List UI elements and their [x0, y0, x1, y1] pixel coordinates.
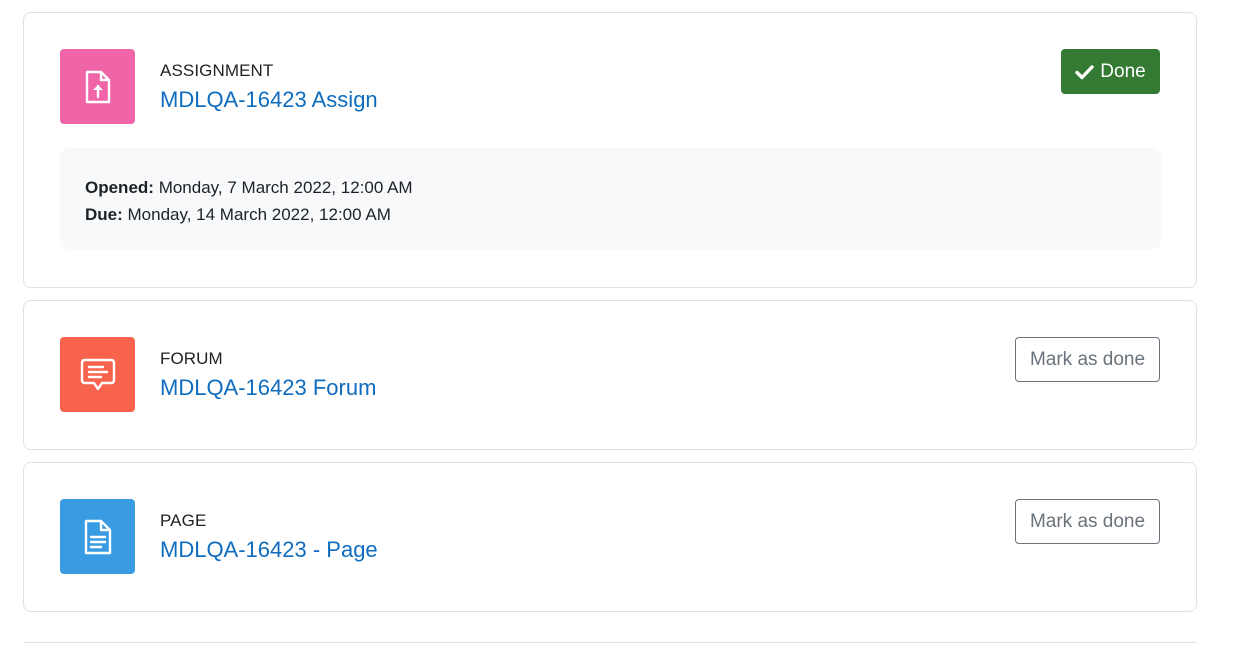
activity-icon-assignment — [60, 49, 135, 124]
activity-icon-forum — [60, 337, 135, 412]
mark-as-done-button[interactable]: Mark as done — [1015, 499, 1160, 544]
activity-link-assignment[interactable]: MDLQA-16423 Assign — [160, 87, 378, 113]
activity-type-label: ASSIGNMENT — [160, 61, 274, 80]
activity-card-assignment: ASSIGNMENT MDLQA-16423 Assign Done Opene… — [23, 12, 1197, 288]
activity-link-forum[interactable]: MDLQA-16423 Forum — [160, 375, 376, 401]
activity-type-label: PAGE — [160, 511, 207, 530]
page-document-icon — [84, 519, 111, 554]
done-button-label: Done — [1100, 60, 1146, 82]
done-button[interactable]: Done — [1061, 49, 1160, 94]
due-date-value: Monday, 14 March 2022, 12:00 AM — [127, 205, 391, 224]
opened-date-label: Opened: — [85, 178, 154, 197]
activity-type-label: FORUM — [160, 349, 223, 368]
activity-link-page[interactable]: MDLQA-16423 - Page — [160, 537, 378, 563]
activity-dates-panel: Opened: Monday, 7 March 2022, 12:00 AM D… — [60, 148, 1161, 249]
activity-card-page: PAGE MDLQA-16423 - Page Mark as done — [23, 462, 1197, 612]
opened-date-row: Opened: Monday, 7 March 2022, 12:00 AM — [85, 174, 1136, 201]
course-activity-list: ASSIGNMENT MDLQA-16423 Assign Done Opene… — [0, 0, 1257, 651]
activity-card-forum: FORUM MDLQA-16423 Forum Mark as done — [23, 300, 1197, 450]
due-date-label: Due: — [85, 205, 123, 224]
activity-icon-page — [60, 499, 135, 574]
opened-date-value: Monday, 7 March 2022, 12:00 AM — [158, 178, 413, 197]
section-divider — [23, 642, 1197, 643]
mark-as-done-button[interactable]: Mark as done — [1015, 337, 1160, 382]
assign-upload-icon — [85, 70, 110, 103]
check-icon — [1075, 64, 1094, 80]
forum-chat-icon — [80, 358, 115, 390]
due-date-row: Due: Monday, 14 March 2022, 12:00 AM — [85, 201, 1136, 228]
